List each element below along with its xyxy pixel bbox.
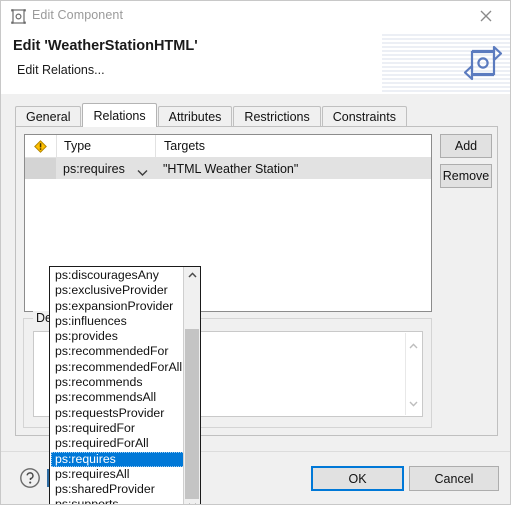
dropdown-item[interactable]: ps:recommendsAll xyxy=(51,390,185,405)
dialog-header: Edit 'WeatherStationHTML' Edit Relations… xyxy=(1,32,510,95)
dropdown-item-selected[interactable]: ps:requires xyxy=(51,451,185,467)
tab-restrictions[interactable]: Restrictions xyxy=(233,106,321,127)
chevron-up-icon[interactable] xyxy=(409,336,418,354)
dropdown-item[interactable]: ps:requiredForAll xyxy=(51,436,185,451)
table-header-row: Type Targets xyxy=(25,135,431,158)
tab-constraints[interactable]: Constraints xyxy=(321,106,407,127)
dropdown-list[interactable]: ps:discouragesAny ps:exclusiveProvider p… xyxy=(51,268,185,504)
dropdown-item[interactable]: ps:recommendedFor xyxy=(51,344,185,359)
chevron-down-icon[interactable] xyxy=(184,498,200,504)
scrollbar-thumb[interactable] xyxy=(185,329,199,499)
dropdown-item[interactable]: ps:requiresAll xyxy=(51,467,185,482)
remove-button[interactable]: Remove xyxy=(440,164,492,188)
component-icon xyxy=(10,8,27,25)
chevron-up-icon[interactable] xyxy=(184,267,200,283)
ok-button[interactable]: OK xyxy=(311,466,404,491)
help-circle-icon[interactable] xyxy=(19,467,41,489)
tab-general[interactable]: General xyxy=(15,106,82,127)
tab-label: Relations xyxy=(93,108,146,123)
row-type-combo[interactable]: ps:requires xyxy=(56,158,155,179)
dropdown-item[interactable]: ps:exclusiveProvider xyxy=(51,283,185,298)
dialog-body: General Relations Attributes Restriction… xyxy=(1,94,510,504)
page-subtitle: Edit Relations... xyxy=(17,63,105,77)
dropdown-item[interactable]: ps:supports xyxy=(51,497,185,504)
cancel-button[interactable]: Cancel xyxy=(409,466,499,491)
component-refresh-icon xyxy=(463,43,503,83)
dropdown-scrollbar[interactable] xyxy=(183,267,200,504)
dropdown-item[interactable]: ps:influences xyxy=(51,314,185,329)
warning-diamond-icon xyxy=(25,135,57,157)
row-type-value: ps:requires xyxy=(63,161,125,176)
close-icon[interactable] xyxy=(463,1,508,31)
relation-type-dropdown[interactable]: ps:discouragesAny ps:exclusiveProvider p… xyxy=(49,266,201,504)
row-warning-cell xyxy=(25,158,56,179)
dropdown-item[interactable]: ps:sharedProvider xyxy=(51,482,185,497)
title-bar: Edit Component xyxy=(1,1,510,33)
column-header-type[interactable]: Type xyxy=(57,135,156,157)
tab-label: Restrictions xyxy=(244,110,310,124)
tab-attributes[interactable]: Attributes xyxy=(157,106,233,127)
tab-strip: General Relations Attributes Restriction… xyxy=(15,103,408,127)
table-row[interactable]: ps:requires "HTML Weather Station" xyxy=(25,158,431,179)
dropdown-item[interactable]: ps:requiredFor xyxy=(51,421,185,436)
description-scrollbar[interactable] xyxy=(405,333,421,415)
chevron-down-icon[interactable] xyxy=(137,164,148,182)
edit-component-dialog: Edit Component Edit 'WeatherStationHTML'… xyxy=(0,0,511,505)
row-targets-value[interactable]: "HTML Weather Station" xyxy=(155,158,431,179)
dropdown-item[interactable]: ps:recommendedForAll xyxy=(51,360,185,375)
dropdown-item[interactable]: ps:provides xyxy=(51,329,185,344)
add-button[interactable]: Add xyxy=(440,134,492,158)
tab-relations[interactable]: Relations xyxy=(82,103,157,127)
dropdown-item[interactable]: ps:recommends xyxy=(51,375,185,390)
tab-label: Constraints xyxy=(332,110,396,124)
tab-label: General xyxy=(26,110,71,124)
dropdown-item[interactable]: ps:requestsProvider xyxy=(51,406,185,421)
chevron-down-icon[interactable] xyxy=(409,394,418,412)
column-header-targets[interactable]: Targets xyxy=(156,135,431,157)
page-title: Edit 'WeatherStationHTML' xyxy=(13,38,198,54)
dropdown-item[interactable]: ps:discouragesAny xyxy=(51,268,185,283)
dropdown-item[interactable]: ps:expansionProvider xyxy=(51,299,185,314)
tab-label: Attributes xyxy=(168,110,222,124)
window-title: Edit Component xyxy=(32,8,124,22)
